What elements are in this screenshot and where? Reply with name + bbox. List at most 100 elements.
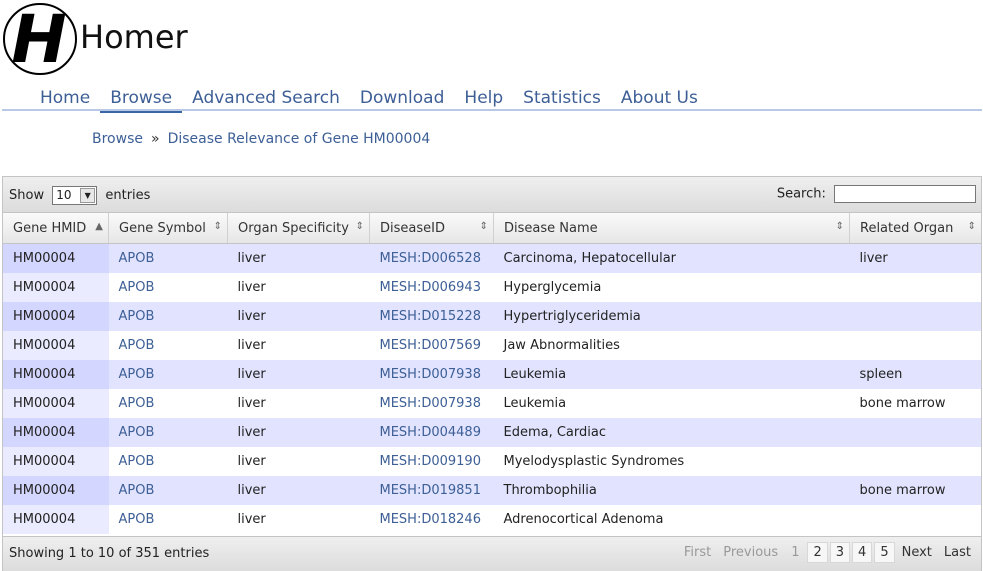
table-row: HM00004 APOB liver MESH:D009190 Myelodys… <box>3 447 981 476</box>
gene-hmid-cell: HM00004 <box>3 476 109 505</box>
chevron-down-icon[interactable]: ▼ <box>80 188 96 203</box>
organ-specificity-cell: liver <box>227 447 370 476</box>
table-row: HM00004 APOB liver MESH:D006943 Hypergly… <box>3 273 981 302</box>
disease-id-link[interactable]: MESH:D004489 <box>369 418 494 447</box>
sort-icon: ⇕ <box>835 221 844 232</box>
pagination-page-3[interactable]: 3 <box>829 542 851 563</box>
pagination-next[interactable]: Next <box>896 542 938 563</box>
disease-id-link[interactable]: MESH:D009190 <box>369 447 494 476</box>
gene-symbol-link[interactable]: APOB <box>108 476 228 505</box>
disease-id-link[interactable]: MESH:D007938 <box>369 360 494 389</box>
pagination-last[interactable]: Last <box>938 542 977 563</box>
page-length-select[interactable]: 10 ▼ <box>52 186 98 205</box>
gene-symbol-link[interactable]: APOB <box>108 505 228 534</box>
gene-hmid-cell: HM00004 <box>3 505 109 534</box>
table-row: HM00004 APOB liver MESH:D015228 Hypertri… <box>3 302 981 331</box>
breadcrumb-current[interactable]: Disease Relevance of Gene HM00004 <box>168 131 431 147</box>
disease-id-link[interactable]: MESH:D007569 <box>369 331 494 360</box>
disease-name-cell: Leukemia <box>493 389 850 418</box>
gene-hmid-cell: HM00004 <box>3 302 109 331</box>
pagination-previous[interactable]: Previous <box>717 542 784 563</box>
disease-id-link[interactable]: MESH:D015228 <box>369 302 494 331</box>
column-header-disease-id[interactable]: DiseaseID ⇕ <box>369 213 494 244</box>
column-header-related-organ[interactable]: Related Organ ⇕ <box>849 213 981 244</box>
related-organ-cell: bone marrow <box>849 476 981 505</box>
table-row: HM00004 APOB liver MESH:D007938 Leukemia… <box>3 360 981 389</box>
search-input[interactable] <box>834 185 976 203</box>
column-header-disease-name[interactable]: Disease Name ⇕ <box>493 213 850 244</box>
disease-name-cell: Adrenocortical Adenoma <box>493 505 850 534</box>
column-label: DiseaseID <box>380 220 445 236</box>
organ-specificity-cell: liver <box>227 243 370 273</box>
related-organ-cell <box>849 273 981 302</box>
gene-symbol-link[interactable]: APOB <box>108 389 228 418</box>
table-row: HM00004 APOB liver MESH:D007569 Jaw Abno… <box>3 331 981 360</box>
page-length-value: 10 <box>56 188 72 202</box>
disease-id-link[interactable]: MESH:D006943 <box>369 273 494 302</box>
breadcrumb-browse[interactable]: Browse <box>92 131 143 147</box>
column-label: Gene HMID <box>13 220 87 236</box>
gene-symbol-link[interactable]: APOB <box>108 273 228 302</box>
gene-hmid-cell: HM00004 <box>3 389 109 418</box>
table-info: Showing 1 to 10 of 351 entries <box>9 546 210 561</box>
gene-symbol-link[interactable]: APOB <box>108 243 228 273</box>
disease-name-cell: Thrombophilia <box>493 476 850 505</box>
disease-name-cell: Leukemia <box>493 360 850 389</box>
column-label: Disease Name <box>504 220 598 236</box>
disease-table: Gene HMID ▲ Gene Symbol ⇕ Organ Specificit… <box>3 213 981 534</box>
pagination-page-2[interactable]: 2 <box>807 542 828 563</box>
nav-divider <box>2 109 982 111</box>
sort-icon: ⇕ <box>967 221 976 232</box>
pagination-first[interactable]: First <box>678 542 717 563</box>
show-label: Show <box>9 188 45 203</box>
related-organ-cell: spleen <box>849 360 981 389</box>
pagination-page-5[interactable]: 5 <box>874 542 895 563</box>
table-row: HM00004 APOB liver MESH:D018246 Adrenoco… <box>3 505 981 534</box>
disease-name-cell: Jaw Abnormalities <box>493 331 850 360</box>
page-length-control: Show 10 ▼ entries <box>9 186 150 205</box>
pagination-page-1[interactable]: 1 <box>785 542 805 563</box>
organ-specificity-cell: liver <box>227 302 370 331</box>
disease-id-link[interactable]: MESH:D019851 <box>369 476 494 505</box>
disease-id-link[interactable]: MESH:D007938 <box>369 389 494 418</box>
disease-id-link[interactable]: MESH:D018246 <box>369 505 494 534</box>
organ-specificity-cell: liver <box>227 389 370 418</box>
gene-symbol-link[interactable]: APOB <box>108 331 228 360</box>
table-toolbar: Show 10 ▼ entries Search: <box>3 177 981 213</box>
gene-hmid-cell: HM00004 <box>3 418 109 447</box>
entries-label: entries <box>105 188 151 203</box>
pagination-page-4[interactable]: 4 <box>852 542 873 563</box>
search-label: Search: <box>776 186 826 202</box>
column-label: Related Organ <box>860 220 954 236</box>
related-organ-cell <box>849 447 981 476</box>
column-header-gene-symbol[interactable]: Gene Symbol ⇕ <box>108 213 228 244</box>
related-organ-cell <box>849 505 981 534</box>
column-label: Gene Symbol <box>119 220 206 236</box>
gene-symbol-link[interactable]: APOB <box>108 302 228 331</box>
organ-specificity-cell: liver <box>227 505 370 534</box>
table-row: HM00004 APOB liver MESH:D006528 Carcinom… <box>3 243 981 273</box>
gene-hmid-cell: HM00004 <box>3 243 109 273</box>
table-header-row: Gene HMID ▲ Gene Symbol ⇕ Organ Specificit… <box>3 213 981 244</box>
disease-name-cell: Myelodysplastic Syndromes <box>493 447 850 476</box>
gene-symbol-link[interactable]: APOB <box>108 447 228 476</box>
organ-specificity-cell: liver <box>227 476 370 505</box>
column-header-organ-specificity[interactable]: Organ Specificity ⇕ <box>227 213 370 244</box>
organ-specificity-cell: liver <box>227 331 370 360</box>
gene-symbol-link[interactable]: APOB <box>108 360 228 389</box>
table-row: HM00004 APOB liver MESH:D019851 Thrombop… <box>3 476 981 505</box>
pagination: First Previous 1 2 3 4 5 Next Last <box>678 542 977 563</box>
organ-specificity-cell: liver <box>227 418 370 447</box>
related-organ-cell <box>849 331 981 360</box>
table-row: HM00004 APOB liver MESH:D007938 Leukemia… <box>3 389 981 418</box>
sort-icon: ⇕ <box>213 221 222 232</box>
column-label: Organ Specificity <box>238 220 349 236</box>
gene-symbol-link[interactable]: APOB <box>108 418 228 447</box>
sort-icon: ⇕ <box>355 221 364 232</box>
gene-hmid-cell: HM00004 <box>3 447 109 476</box>
column-header-gene-hmid[interactable]: Gene HMID ▲ <box>3 213 109 244</box>
disease-name-cell: Carcinoma, Hepatocellular <box>493 243 850 273</box>
disease-name-cell: Hypertriglyceridemia <box>493 302 850 331</box>
related-organ-cell: bone marrow <box>849 389 981 418</box>
disease-id-link[interactable]: MESH:D006528 <box>369 243 494 273</box>
